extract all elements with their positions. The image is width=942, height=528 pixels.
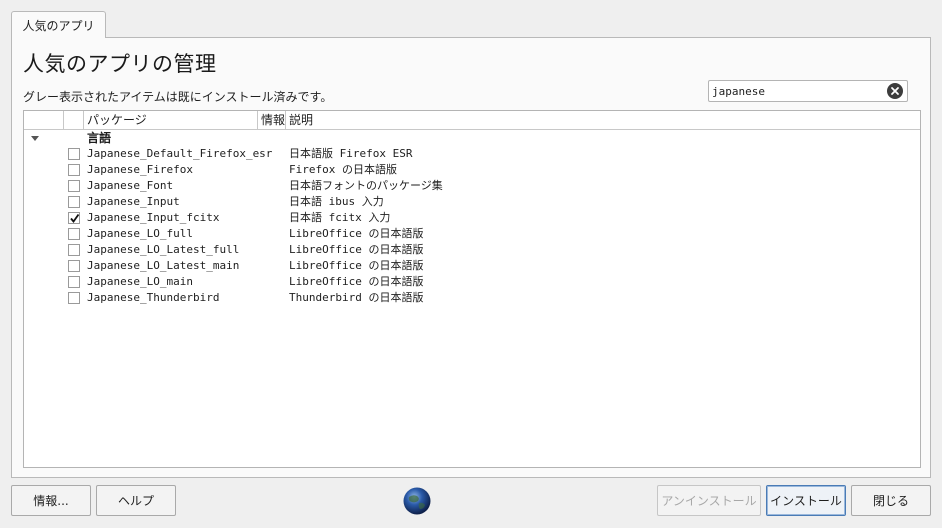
package-description: 日本語版 Firefox ESR [289, 147, 413, 160]
row-checkbox[interactable] [68, 164, 80, 176]
table-header: パッケージ 情報 説明 [24, 111, 920, 130]
install-button[interactable]: インストール [766, 485, 846, 516]
page-subtitle: グレー表示されたアイテムは既にインストール済みです。 [23, 90, 333, 104]
package-table: パッケージ 情報 説明 言語 Japanese_Default_Firefox_… [23, 110, 921, 468]
package-name: Japanese_Font [87, 179, 174, 192]
close-button[interactable]: 閉じる [851, 485, 931, 516]
package-name: Japanese_LO_full [87, 227, 193, 240]
table-row[interactable]: Japanese_Default_Firefox_esr 日本語版 Firefox… [24, 146, 920, 162]
info-button[interactable]: 情報... [11, 485, 91, 516]
row-checkbox[interactable] [68, 212, 80, 224]
package-name: Japanese_LO_Latest_full [87, 243, 240, 256]
column-header-description[interactable]: 説明 [286, 111, 922, 129]
search-input[interactable] [712, 83, 882, 99]
group-label: 言語 [87, 131, 112, 145]
search-box [708, 80, 908, 102]
column-header-info[interactable]: 情報 [258, 111, 286, 129]
row-checkbox[interactable] [68, 228, 80, 240]
package-name: Japanese_Input [87, 195, 180, 208]
tab-popular-apps[interactable]: 人気のアプリ [11, 11, 106, 38]
package-name: Japanese_LO_Latest_main [87, 259, 240, 272]
tab-label: 人気のアプリ [22, 18, 95, 33]
table-row[interactable]: Japanese_LO_Latest_main LibreOffice の日本語版 [24, 258, 920, 274]
column-header-package[interactable]: パッケージ [84, 111, 258, 129]
table-row[interactable]: Japanese_Input 日本語 ibus 入力 [24, 194, 920, 210]
column-header-expander[interactable] [24, 111, 64, 129]
package-description: 日本語 ibus 入力 [289, 195, 384, 208]
clear-icon[interactable] [887, 83, 903, 99]
expand-arrow-icon[interactable] [31, 136, 39, 141]
table-row[interactable]: Japanese_LO_full LibreOffice の日本語版 [24, 226, 920, 242]
row-checkbox[interactable] [68, 244, 80, 256]
page-title: 人気のアプリの管理 [23, 52, 217, 76]
package-name: Japanese_Input_fcitx [87, 211, 220, 224]
uninstall-button[interactable]: アンインストール [657, 485, 761, 516]
package-name: Japanese_Thunderbird [87, 291, 220, 304]
column-header-check[interactable] [64, 111, 84, 129]
table-body: 言語 Japanese_Default_Firefox_esr 日本語版 Fire… [24, 130, 920, 306]
package-description: Firefox の日本語版 [289, 163, 397, 176]
group-row-language[interactable]: 言語 [24, 130, 920, 146]
checkmark-icon [70, 213, 80, 223]
package-description: 日本語 fcitx 入力 [289, 211, 391, 224]
table-row[interactable]: Japanese_Font 日本語フォントのパッケージ集 [24, 178, 920, 194]
package-name: Japanese_Default_Firefox_esr [87, 147, 273, 160]
table-row[interactable]: Japanese_Input_fcitx 日本語 fcitx 入力 [24, 210, 920, 226]
package-description: 日本語フォントのパッケージ集 [289, 179, 443, 192]
package-description: LibreOffice の日本語版 [289, 259, 424, 272]
row-checkbox[interactable] [68, 196, 80, 208]
globe-icon [403, 487, 431, 515]
row-checkbox[interactable] [68, 180, 80, 192]
package-description: LibreOffice の日本語版 [289, 275, 424, 288]
row-checkbox[interactable] [68, 292, 80, 304]
package-description: Thunderbird の日本語版 [289, 291, 424, 304]
package-description: LibreOffice の日本語版 [289, 243, 424, 256]
package-name: Japanese_Firefox [87, 163, 193, 176]
package-description: LibreOffice の日本語版 [289, 227, 424, 240]
table-row[interactable]: Japanese_LO_Latest_full LibreOffice の日本語版 [24, 242, 920, 258]
table-row[interactable]: Japanese_LO_main LibreOffice の日本語版 [24, 274, 920, 290]
row-checkbox[interactable] [68, 148, 80, 160]
table-row[interactable]: Japanese_Thunderbird Thunderbird の日本語版 [24, 290, 920, 306]
row-checkbox[interactable] [68, 276, 80, 288]
row-checkbox[interactable] [68, 260, 80, 272]
help-button[interactable]: ヘルプ [96, 485, 176, 516]
package-name: Japanese_LO_main [87, 275, 193, 288]
table-row[interactable]: Japanese_Firefox Firefox の日本語版 [24, 162, 920, 178]
main-panel: 人気のアプリの管理 グレー表示されたアイテムは既にインストール済みです。 パッケ… [11, 37, 931, 478]
